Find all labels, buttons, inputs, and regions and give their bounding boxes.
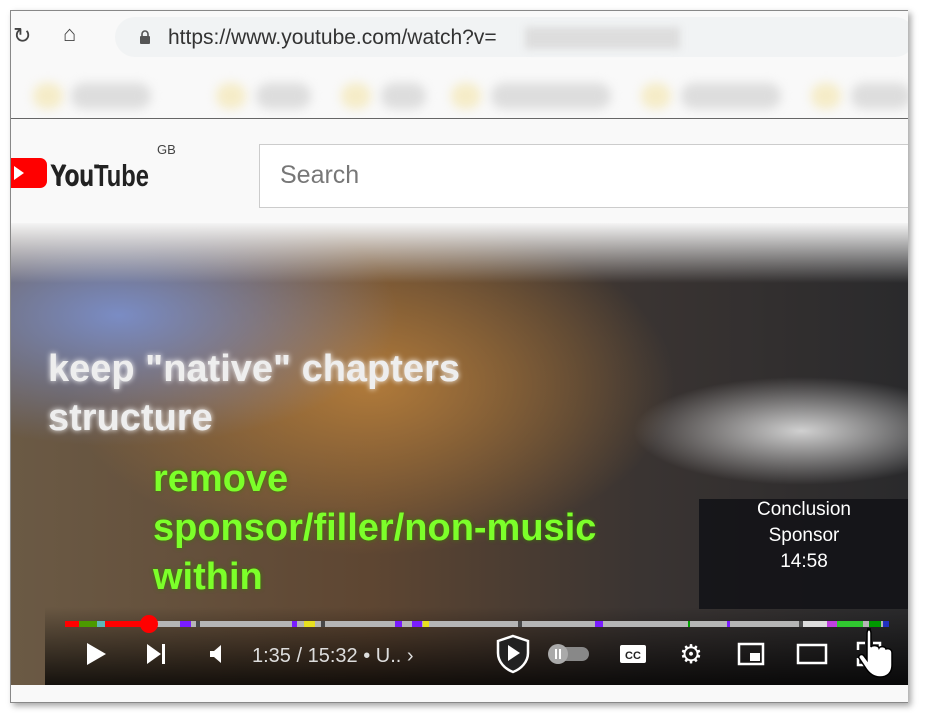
url-text: https://www.youtube.com/watch?v= xyxy=(168,26,497,49)
chapter-divider xyxy=(518,621,523,627)
lock-icon xyxy=(140,30,150,44)
next-button[interactable] xyxy=(141,637,171,671)
progress-bar[interactable] xyxy=(65,615,889,633)
youtube-wordmark: YouTube xyxy=(51,158,149,193)
sponsorblock-shield-icon xyxy=(496,634,530,674)
tooltip-time: 14:58 xyxy=(780,551,828,572)
seek-preview-tooltip: Conclusion Sponsor 14:58 xyxy=(699,499,908,609)
skip-segment xyxy=(799,621,828,627)
captions-button[interactable]: CC xyxy=(617,637,649,671)
address-bar[interactable]: https://www.youtube.com/watch?v= xyxy=(115,17,908,57)
overlay-text-green: remove sponsor/filler/non-music within xyxy=(153,455,596,602)
theater-mode-button[interactable] xyxy=(795,637,829,671)
overlay-line: keep "native" chapters xyxy=(48,348,460,390)
skip-segment xyxy=(79,621,98,627)
theater-icon xyxy=(796,643,828,665)
tooltip-segment: Sponsor xyxy=(768,525,840,546)
url-redacted xyxy=(525,27,680,49)
play-button[interactable] xyxy=(81,637,111,671)
skip-segment xyxy=(97,621,106,627)
svg-text:YouTube: YouTube xyxy=(51,158,149,193)
chapter-divider xyxy=(799,621,804,627)
skip-segment xyxy=(422,621,430,627)
home-icon[interactable]: ⌂ xyxy=(63,21,76,47)
svg-text:CC: CC xyxy=(625,650,641,662)
scrubber-knob[interactable] xyxy=(140,615,159,633)
skip-segment xyxy=(395,621,402,627)
tooltip-chapter: Conclusion xyxy=(757,499,851,520)
cc-icon: CC xyxy=(620,645,646,663)
chapter-divider xyxy=(196,621,201,627)
miniplayer-icon xyxy=(737,642,765,666)
chevron-right-icon[interactable]: › xyxy=(407,645,414,667)
volume-icon xyxy=(210,645,221,663)
miniplayer-button[interactable] xyxy=(735,637,767,671)
reload-icon[interactable]: ↻ xyxy=(13,23,31,49)
chapter-button[interactable]: • U.. xyxy=(358,645,401,667)
address-row: ↻ ⌂ https://www.youtube.com/watch?v= xyxy=(11,11,908,61)
time-total: 15:32 xyxy=(307,645,358,667)
skip-segment xyxy=(687,621,691,627)
youtube-header: YouTube YouTube GB Search xyxy=(11,119,908,223)
overlay-line: within xyxy=(153,556,263,598)
chapter-divider xyxy=(321,621,326,627)
time-separator: / xyxy=(290,645,308,667)
bookmarks-bar xyxy=(11,65,908,119)
region-code: GB xyxy=(157,142,176,157)
toggle-icon xyxy=(548,644,589,664)
overlay-line: remove xyxy=(153,458,289,500)
volume-button[interactable] xyxy=(203,637,233,671)
play-icon xyxy=(87,643,106,665)
next-icon xyxy=(147,644,165,664)
autoplay-toggle[interactable] xyxy=(547,637,591,671)
search-input[interactable]: Search xyxy=(259,144,908,208)
settings-button[interactable]: ⚙ xyxy=(675,637,707,671)
player-controls: 1:35 / 15:32 • U.. › CC ⚙ xyxy=(45,607,908,685)
skip-segment xyxy=(726,621,730,627)
time-display: 1:35 / 15:32 • U.. › xyxy=(252,645,414,668)
skip-segment xyxy=(411,621,422,627)
gear-icon: ⚙ xyxy=(679,638,703,669)
video-player[interactable]: keep "native" chapters structure remove sp… xyxy=(11,223,908,685)
hand-cursor-icon xyxy=(858,628,893,678)
overlay-line: sponsor/filler/non-music xyxy=(153,507,597,549)
skip-segment xyxy=(65,621,79,627)
overlay-line: structure xyxy=(48,397,213,439)
skip-segment xyxy=(291,621,297,627)
skip-segment xyxy=(594,621,604,627)
overlay-text-white: keep "native" chapters structure xyxy=(48,345,460,443)
sponsorblock-button[interactable] xyxy=(493,634,533,674)
browser-window: ↻ ⌂ https://www.youtube.com/watch?v= You… xyxy=(10,10,908,703)
skip-segment xyxy=(180,621,192,627)
time-current: 1:35 xyxy=(252,645,291,667)
skip-segment xyxy=(303,621,316,627)
skip-segment xyxy=(827,621,838,627)
